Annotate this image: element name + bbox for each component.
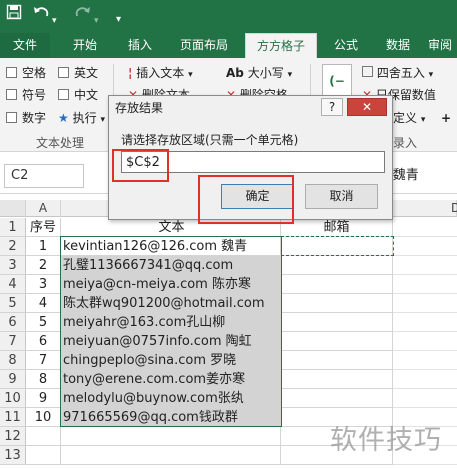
format-convert-icon[interactable]: (− — [322, 64, 352, 98]
cell-text[interactable] — [61, 446, 281, 465]
star-icon: ★ — [58, 111, 69, 125]
checkbox-space[interactable]: 空格 — [6, 66, 46, 80]
cell-d[interactable] — [393, 256, 457, 275]
cell-d[interactable] — [393, 332, 457, 351]
cell-d[interactable] — [393, 237, 457, 256]
cell-text[interactable]: 文本 — [61, 218, 281, 237]
cell-serial[interactable]: 6 — [26, 332, 61, 351]
insert-text-button[interactable]: ¦ 插入文本 ▾ — [128, 66, 193, 82]
tab-insert[interactable]: 插入 — [115, 33, 165, 58]
cell-serial[interactable]: 2 — [26, 256, 61, 275]
dialog-title: 存放结果 — [115, 101, 164, 115]
cell-serial[interactable]: 4 — [26, 294, 61, 313]
row-header[interactable]: 6 — [0, 313, 26, 332]
round-button[interactable]: 四舍五入 ▾ — [362, 66, 433, 82]
cell-text[interactable] — [61, 427, 281, 446]
cell-d[interactable] — [393, 351, 457, 370]
undo-icon[interactable] — [32, 4, 50, 26]
cell-serial[interactable]: 1 — [26, 237, 61, 256]
tab-page-layout[interactable]: 页面布局 — [172, 33, 236, 58]
undo-dropdown-icon[interactable]: ▾ — [52, 10, 57, 32]
tab-formulas[interactable]: 公式 — [325, 33, 367, 58]
plus-button[interactable]: + — [441, 111, 451, 125]
row-header[interactable]: 1 — [0, 218, 26, 237]
row-header[interactable]: 3 — [0, 256, 26, 275]
spreadsheet-grid: A B C D 1序号文本邮箱21kevintian126@126.com 魏青… — [0, 200, 457, 469]
help-button[interactable]: ? — [321, 98, 343, 116]
tab-fangfang[interactable]: 方方格子 — [245, 33, 317, 58]
cancel-button[interactable]: 取消 — [305, 184, 378, 209]
column-header-a[interactable]: A — [26, 200, 61, 217]
store-range-input[interactable] — [121, 151, 385, 173]
cell-serial[interactable]: 序号 — [26, 218, 61, 237]
title-bar: ▾ ▾ ▾ — [0, 0, 457, 33]
group-label-text: 文本处理 — [36, 136, 85, 150]
cell-d[interactable] — [393, 370, 457, 389]
tab-home[interactable]: 开始 — [60, 33, 110, 58]
cell-serial[interactable]: 9 — [26, 389, 61, 408]
redo-icon[interactable] — [74, 4, 92, 26]
case-button[interactable]: Ab 大小写 ▾ — [226, 66, 292, 82]
cell-email[interactable] — [281, 313, 393, 332]
cell-serial[interactable]: 3 — [26, 275, 61, 294]
row-header[interactable]: 12 — [0, 427, 26, 446]
cell-serial[interactable]: 8 — [26, 370, 61, 389]
ok-button[interactable]: 确定 — [221, 184, 294, 209]
column-header-d[interactable]: D — [393, 200, 457, 217]
tab-review[interactable]: 审阅 — [428, 33, 457, 58]
redo-dropdown-icon[interactable]: ▾ — [94, 10, 99, 32]
case-icon: Ab — [226, 66, 244, 80]
row-header[interactable]: 11 — [0, 408, 26, 427]
watermark: 软件技巧 — [330, 425, 442, 456]
cell-serial[interactable]: 10 — [26, 408, 61, 427]
row-header[interactable]: 8 — [0, 351, 26, 370]
tab-data[interactable]: 数据 — [377, 33, 419, 58]
row-header[interactable]: 13 — [0, 446, 26, 465]
checkbox-chinese[interactable]: 中文 — [58, 88, 98, 102]
define-button[interactable]: 定义 ▾ — [393, 111, 425, 127]
row-header[interactable]: 9 — [0, 370, 26, 389]
save-icon[interactable] — [6, 4, 22, 26]
cell-d[interactable] — [393, 294, 457, 313]
cell-serial[interactable] — [26, 446, 61, 465]
insert-text-icon: ¦ — [128, 66, 133, 80]
execute-button[interactable]: ★ 执行 ▾ — [58, 111, 105, 127]
chevron-down-icon[interactable]: ▾ — [116, 9, 121, 31]
name-box[interactable]: C2 — [4, 164, 84, 188]
cell-serial[interactable] — [26, 427, 61, 446]
row-header[interactable]: 5 — [0, 294, 26, 313]
tab-file[interactable]: 文件 — [0, 33, 50, 58]
cell-email[interactable] — [281, 294, 393, 313]
checkbox-number[interactable]: 数字 — [6, 111, 46, 125]
group-label-record: 录入 — [393, 136, 418, 150]
selection-range-border — [60, 236, 282, 427]
cell-d[interactable] — [393, 389, 457, 408]
save-result-dialog: 存放结果 ? ✕ 请选择存放区域(只需一个单元格) 确定 取消 — [108, 95, 393, 220]
cell-email[interactable] — [281, 275, 393, 294]
cell-email[interactable] — [281, 351, 393, 370]
round-icon — [362, 66, 373, 77]
cell-d[interactable] — [393, 218, 457, 237]
cell-email[interactable] — [281, 332, 393, 351]
row-header[interactable]: 4 — [0, 275, 26, 294]
cell-email[interactable] — [281, 256, 393, 275]
cell-email[interactable]: 邮箱 — [281, 218, 393, 237]
row-header[interactable]: 7 — [0, 332, 26, 351]
cell-email[interactable] — [281, 389, 393, 408]
ribbon-tabs: 文件 开始 插入 页面布局 方方格子 公式 数据 审阅 — [0, 33, 457, 58]
row-header[interactable]: 10 — [0, 389, 26, 408]
cell-email[interactable] — [281, 370, 393, 389]
select-all-corner[interactable] — [0, 200, 26, 217]
cell-serial[interactable]: 7 — [26, 351, 61, 370]
dialog-prompt: 请选择存放区域(只需一个单元格) — [121, 133, 299, 147]
cell-d[interactable] — [393, 313, 457, 332]
close-icon[interactable]: ✕ — [347, 98, 387, 116]
checkbox-english[interactable]: 英文 — [58, 66, 98, 80]
target-cell-marquee — [281, 236, 394, 256]
row-header[interactable]: 2 — [0, 237, 26, 256]
checkbox-symbol[interactable]: 符号 — [6, 88, 46, 102]
cell-serial[interactable]: 5 — [26, 313, 61, 332]
cell-d[interactable] — [393, 275, 457, 294]
